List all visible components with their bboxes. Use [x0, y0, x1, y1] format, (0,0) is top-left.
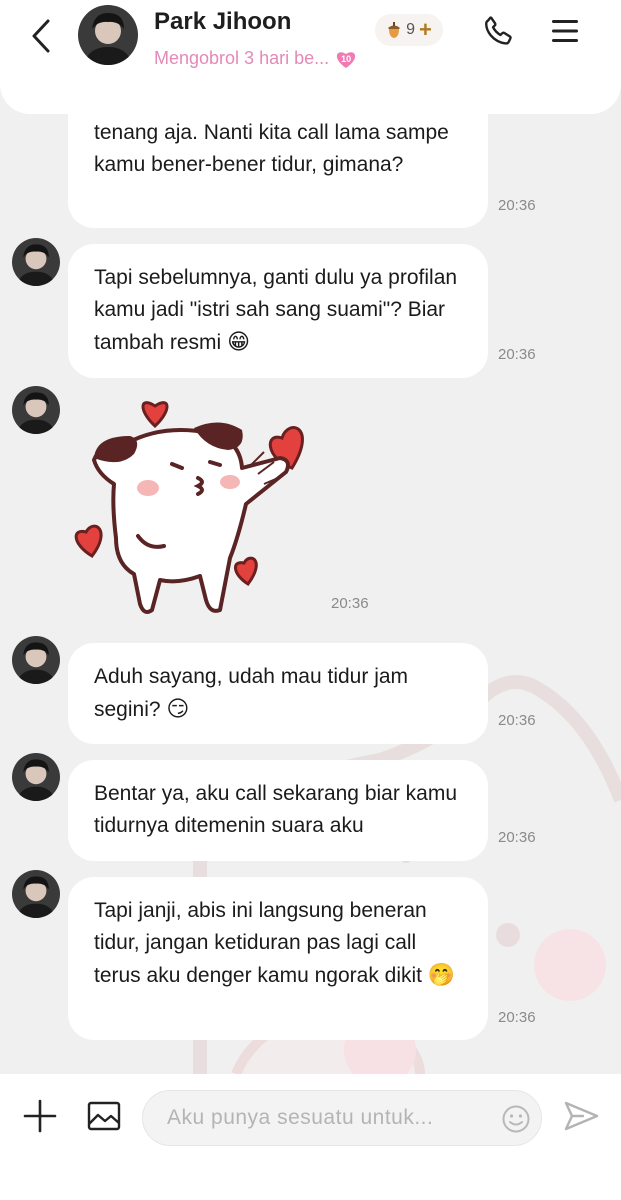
heart-level-badge: 10	[335, 49, 357, 69]
image-icon	[87, 1101, 121, 1131]
message-text: Aduh sayang, udah mau tidur jam segini?	[94, 665, 409, 721]
message-time: 20:36	[498, 346, 536, 363]
message-time: 20:36	[331, 595, 369, 612]
send-button[interactable]	[560, 1096, 602, 1136]
back-button[interactable]	[24, 16, 58, 56]
chat-header: Park Jihoon Mengobrol 3 hari be... 10 9 …	[0, 0, 621, 114]
message-time: 20:36	[498, 712, 536, 729]
message-bubble: Aduh sayang, udah mau tidur jam segini? …	[68, 643, 488, 744]
message-text: Tapi sebelumnya, ganti dulu ya profilan …	[94, 266, 458, 354]
message-bubble: Tapi janji, abis ini langsung beneran ti…	[68, 877, 488, 1040]
grinning-emoji: 😁	[227, 329, 250, 354]
message-bubble: Bentar ya, aku call sekarang biar kamu t…	[68, 760, 488, 861]
message-time: 20:36	[498, 197, 536, 214]
hand-over-mouth-emoji: 🤭	[427, 962, 456, 987]
add-acorn-button[interactable]: +	[419, 19, 432, 41]
menu-button[interactable]	[546, 12, 584, 50]
send-icon	[564, 1101, 599, 1131]
message-text: tenang aja. Nanti kita call lama sampe k…	[94, 121, 449, 176]
status-text: Mengobrol 3 hari be...	[154, 48, 330, 68]
contact-avatar[interactable]	[78, 5, 138, 65]
message-avatar[interactable]	[12, 753, 60, 801]
back-icon	[32, 19, 50, 53]
emoji-icon[interactable]	[501, 1104, 531, 1134]
contact-name[interactable]: Park Jihoon	[154, 8, 291, 36]
menu-icon	[552, 20, 578, 42]
message-time: 20:36	[498, 829, 536, 846]
message-bubble: Tapi sebelumnya, ganti dulu ya profilan …	[68, 244, 488, 378]
message-text: Tapi janji, abis ini langsung beneran ti…	[94, 899, 427, 987]
message-input-container	[142, 1090, 542, 1146]
add-attachment-button[interactable]	[20, 1094, 60, 1138]
acorn-count: 9	[406, 21, 416, 38]
smirking-emoji: 😏	[166, 696, 190, 721]
acorn-counter[interactable]: 9 +	[375, 14, 443, 46]
message-avatar[interactable]	[12, 386, 60, 434]
plus-icon	[23, 1099, 57, 1133]
kissing-dog-sticker[interactable]	[60, 388, 330, 628]
message-input[interactable]	[167, 1091, 487, 1145]
phone-icon	[485, 16, 512, 45]
call-button[interactable]	[480, 12, 518, 50]
chat-duration-status: Mengobrol 3 hari be... 10	[154, 48, 357, 69]
message-avatar[interactable]	[12, 870, 60, 918]
acorn-icon	[388, 22, 401, 38]
message-text: Bentar ya, aku call sekarang biar kamu t…	[94, 782, 458, 837]
message-avatar[interactable]	[12, 238, 60, 286]
message-avatar[interactable]	[12, 636, 60, 684]
heart-sticker-part	[141, 401, 169, 429]
send-image-button[interactable]	[84, 1096, 124, 1136]
message-time: 20:36	[498, 1009, 536, 1026]
